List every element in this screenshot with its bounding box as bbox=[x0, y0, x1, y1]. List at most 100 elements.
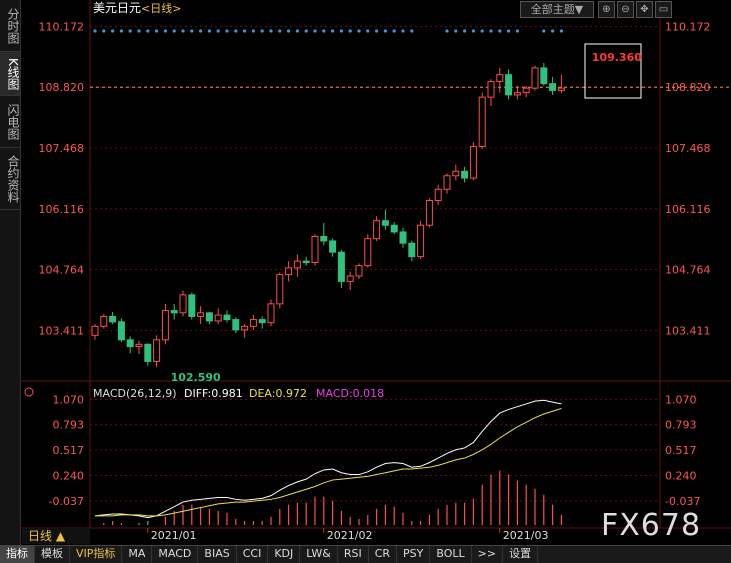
macd-tick-right: 0.793 bbox=[665, 419, 697, 432]
candle-body bbox=[153, 339, 161, 362]
candle-body bbox=[161, 310, 169, 341]
event-marker bbox=[322, 29, 326, 33]
candle-body bbox=[540, 67, 548, 85]
candle-body bbox=[390, 224, 398, 233]
event-marker bbox=[357, 29, 361, 33]
candle-body bbox=[443, 175, 451, 190]
event-marker bbox=[251, 29, 255, 33]
tab-cr[interactable]: CR bbox=[369, 546, 398, 563]
zoom-out-icon[interactable]: ⊖ bbox=[617, 1, 634, 18]
macd-tick-left: -0.037 bbox=[49, 495, 84, 508]
candle-body bbox=[285, 267, 293, 276]
candle-body bbox=[346, 275, 354, 282]
chart-area[interactable]: 美元日元 <日线>110.172 110.172108.820 108.820107.… bbox=[0, 0, 731, 545]
period-tag: <日线> bbox=[141, 1, 181, 15]
tab-more[interactable]: >> bbox=[472, 546, 504, 563]
theme-select-button[interactable]: 全部主题▼ bbox=[520, 1, 594, 18]
event-marker bbox=[119, 29, 123, 33]
event-marker bbox=[163, 29, 167, 33]
macd-tick-left: 0.240 bbox=[53, 469, 85, 482]
candle-body bbox=[91, 325, 99, 336]
candle-body bbox=[170, 310, 178, 314]
candle-body bbox=[425, 199, 433, 226]
candle-body bbox=[109, 315, 117, 323]
candle-body bbox=[557, 87, 565, 91]
candle-body bbox=[505, 74, 513, 96]
candle-body bbox=[549, 83, 557, 91]
candle-body bbox=[214, 314, 222, 322]
event-marker bbox=[234, 29, 238, 33]
event-marker bbox=[445, 29, 449, 33]
event-marker bbox=[287, 29, 291, 33]
event-marker bbox=[401, 29, 405, 33]
macd-tick-left: 1.070 bbox=[53, 393, 85, 406]
candle-body bbox=[399, 231, 407, 244]
event-marker bbox=[480, 29, 484, 33]
event-marker bbox=[304, 29, 308, 33]
tab-rsi[interactable]: RSI bbox=[338, 546, 369, 563]
price-tick-left: 108.820 bbox=[39, 81, 85, 94]
tab-cci[interactable]: CCI bbox=[237, 546, 269, 563]
tab-indicators[interactable]: 指标 bbox=[0, 546, 35, 563]
tab-lw[interactable]: LW& bbox=[300, 546, 338, 563]
event-marker bbox=[243, 29, 247, 33]
event-marker bbox=[410, 29, 414, 33]
event-marker bbox=[392, 29, 396, 33]
event-marker bbox=[260, 29, 264, 33]
candle-body bbox=[249, 319, 257, 327]
candle-body bbox=[337, 251, 345, 282]
event-marker bbox=[463, 29, 467, 33]
candle-body bbox=[478, 96, 486, 148]
event-marker bbox=[542, 29, 546, 33]
candle-body bbox=[302, 260, 310, 264]
tab-psy[interactable]: PSY bbox=[397, 546, 431, 563]
price-tick-right: 104.764 bbox=[665, 264, 711, 277]
event-marker bbox=[225, 29, 229, 33]
candle-body bbox=[496, 74, 504, 82]
candle-body bbox=[522, 87, 530, 94]
event-marker bbox=[366, 29, 370, 33]
candle-body bbox=[381, 220, 389, 226]
event-marker bbox=[137, 29, 141, 33]
event-marker bbox=[207, 29, 211, 33]
indicator-tab-bar: 指标 模板 VIP指标 MA MACD BIAS CCI KDJ LW& RSI… bbox=[0, 545, 731, 563]
crosshair-icon[interactable]: ✥ bbox=[636, 1, 653, 18]
tab-boll[interactable]: BOLL bbox=[430, 546, 472, 563]
candle-body bbox=[355, 265, 363, 277]
tab-ma[interactable]: MA bbox=[122, 546, 153, 563]
candle-body bbox=[100, 315, 108, 327]
candle-body bbox=[179, 294, 187, 314]
macd-tick-right: 1.070 bbox=[665, 393, 697, 406]
candle-body bbox=[135, 343, 143, 348]
macd-tick-right: 0.517 bbox=[665, 444, 697, 457]
event-marker bbox=[181, 29, 185, 33]
macd-value-label: MACD:0.018 bbox=[316, 387, 384, 400]
price-tick-left: 104.764 bbox=[39, 264, 85, 277]
dock-icon[interactable]: ▭ bbox=[655, 1, 672, 18]
macd-dea-label: DEA:0.972 bbox=[249, 387, 307, 400]
event-marker bbox=[93, 29, 97, 33]
event-marker bbox=[331, 29, 335, 33]
candle-body bbox=[364, 238, 372, 267]
price-tick-right: 106.116 bbox=[665, 203, 711, 216]
zoom-in-icon[interactable]: ⊕ bbox=[598, 1, 615, 18]
price-tick-left: 107.468 bbox=[39, 142, 85, 155]
macd-tick-right: 0.240 bbox=[665, 469, 697, 482]
tab-vip-indicators[interactable]: VIP指标 bbox=[70, 546, 123, 563]
candle-body bbox=[276, 274, 284, 305]
period-selector[interactable]: 日线 ▲ bbox=[22, 528, 90, 544]
tab-template[interactable]: 模板 bbox=[35, 546, 70, 563]
event-marker bbox=[551, 29, 555, 33]
candle-body bbox=[487, 80, 495, 98]
tab-kdj[interactable]: KDJ bbox=[268, 546, 301, 563]
candle-body bbox=[223, 314, 231, 321]
event-marker bbox=[146, 29, 150, 33]
tab-settings[interactable]: 设置 bbox=[503, 546, 539, 563]
event-marker bbox=[102, 29, 106, 33]
tab-macd[interactable]: MACD bbox=[152, 546, 199, 563]
candle-body bbox=[329, 240, 337, 253]
tab-bias[interactable]: BIAS bbox=[198, 546, 237, 563]
macd-tick-left: 0.793 bbox=[53, 419, 85, 432]
event-marker bbox=[471, 29, 475, 33]
candle-body bbox=[417, 224, 425, 258]
